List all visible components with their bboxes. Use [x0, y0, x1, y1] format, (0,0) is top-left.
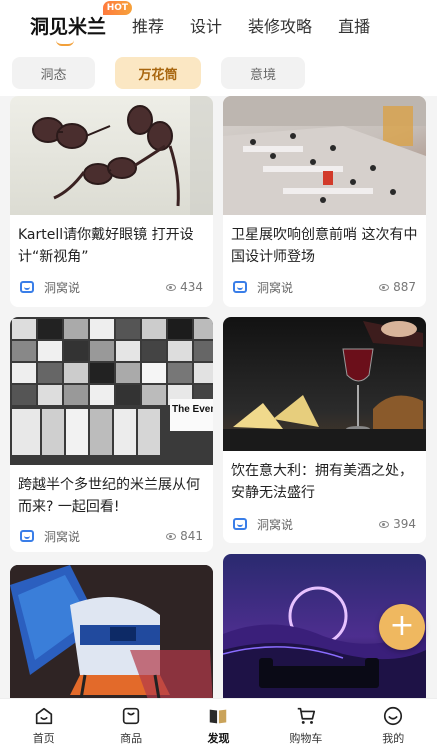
feed-card[interactable]	[10, 565, 213, 698]
card-title: 卫星展吹响创意前哨 这次有中国设计师登场	[231, 227, 418, 265]
tab-dongjian-milan[interactable]: 洞见米兰 HOT	[30, 0, 133, 46]
nav-label: 购物车	[289, 732, 323, 745]
add-post-button[interactable]: +	[379, 604, 425, 650]
cart-icon	[297, 707, 315, 724]
card-author: 洞窝说	[257, 280, 294, 295]
bottom-nav: 首页 商品 发现 购物车 我的	[0, 698, 437, 750]
card-image: The Event	[10, 317, 213, 465]
bag-icon	[122, 707, 140, 725]
nav-profile[interactable]: 我的	[350, 699, 437, 750]
nav-discover[interactable]: 发现	[175, 699, 262, 750]
chip-yijing[interactable]: 意境	[221, 57, 305, 89]
sub-tab-bar: 洞态 万花筒 意境	[0, 50, 437, 96]
card-views: 887	[393, 280, 416, 294]
nav-cart[interactable]: 购物车	[262, 699, 349, 750]
eye-icon	[166, 283, 177, 291]
card-meta: 洞窝说 841	[20, 527, 203, 545]
card-views: 394	[393, 517, 416, 531]
home-smile-icon	[35, 707, 52, 725]
author-avatar-icon	[233, 281, 247, 293]
sunglasses-image	[32, 96, 213, 215]
active-tab-underline	[56, 40, 74, 46]
card-image	[223, 96, 426, 215]
feed-card[interactable]: 饮在意大利：拥有美酒之处，安静无法盛行 洞窝说 394	[223, 317, 426, 543]
discover-book-icon	[210, 709, 227, 724]
card-author: 洞窝说	[257, 517, 294, 532]
card-image	[10, 565, 213, 698]
tab-label: 洞见米兰	[30, 15, 107, 38]
colorful-chair-image	[10, 565, 213, 698]
tab-live[interactable]: 直播	[338, 13, 370, 37]
feed-card[interactable]: 卫星展吹响创意前哨 这次有中国设计师登场 洞窝说 887	[223, 96, 426, 307]
card-meta: 洞窝说 394	[233, 515, 416, 533]
poster-wall-image: The Event	[12, 319, 213, 455]
tab-design[interactable]: 设计	[190, 13, 222, 37]
card-author: 洞窝说	[44, 529, 81, 544]
eye-icon	[379, 283, 390, 291]
feed-card[interactable]: The Event 跨越半个多世纪的米兰展从何而来? 一起回看! 洞窝说 841	[10, 317, 213, 552]
tab-renovation-guide[interactable]: 装修攻略	[248, 13, 312, 37]
nav-home[interactable]: 首页	[0, 699, 87, 750]
card-views: 841	[180, 529, 203, 543]
wine-cheese-image	[223, 321, 426, 451]
card-meta: 洞窝说 887	[233, 278, 416, 296]
tab-recommend[interactable]: 推荐	[132, 13, 164, 37]
card-image	[223, 317, 426, 451]
author-avatar-icon	[20, 281, 34, 293]
exhibition-hall-image	[223, 96, 426, 215]
poster-text: The Event	[172, 404, 213, 415]
feed-card[interactable]: Kartell请你戴好眼镜 打开设计“新视角” 洞窝说 434	[10, 96, 213, 307]
author-avatar-icon	[233, 518, 247, 530]
scroll-fade	[407, 50, 437, 96]
nav-products[interactable]: 商品	[87, 699, 174, 750]
card-title: 饮在意大利：拥有美酒之处，安静无法盛行	[231, 463, 413, 501]
card-views: 434	[180, 280, 203, 294]
card-author: 洞窝说	[44, 280, 81, 295]
card-title: 跨越半个多世纪的米兰展从何而来? 一起回看!	[18, 477, 200, 515]
top-tab-bar: 洞见米兰 HOT 推荐 设计 装修攻略 直播	[0, 0, 437, 50]
eye-icon	[379, 520, 390, 528]
nav-label: 首页	[32, 732, 55, 745]
nav-label: 商品	[120, 732, 143, 745]
nav-label: 我的	[382, 732, 405, 745]
chip-dongtai[interactable]: 洞态	[12, 57, 95, 89]
card-image	[10, 96, 213, 215]
profile-smile-icon	[384, 706, 403, 726]
nav-label: 发现	[207, 732, 230, 745]
author-avatar-icon	[20, 530, 34, 542]
feed[interactable]: Kartell请你戴好眼镜 打开设计“新视角” 洞窝说 434 卫星展吹响创意前…	[0, 96, 437, 698]
card-title: Kartell请你戴好眼镜 打开设计“新视角”	[18, 227, 194, 265]
card-meta: 洞窝说 434	[20, 278, 203, 296]
hot-badge: HOT	[102, 0, 133, 15]
eye-icon	[166, 532, 177, 540]
chip-wanhuatong[interactable]: 万花筒	[115, 57, 201, 89]
